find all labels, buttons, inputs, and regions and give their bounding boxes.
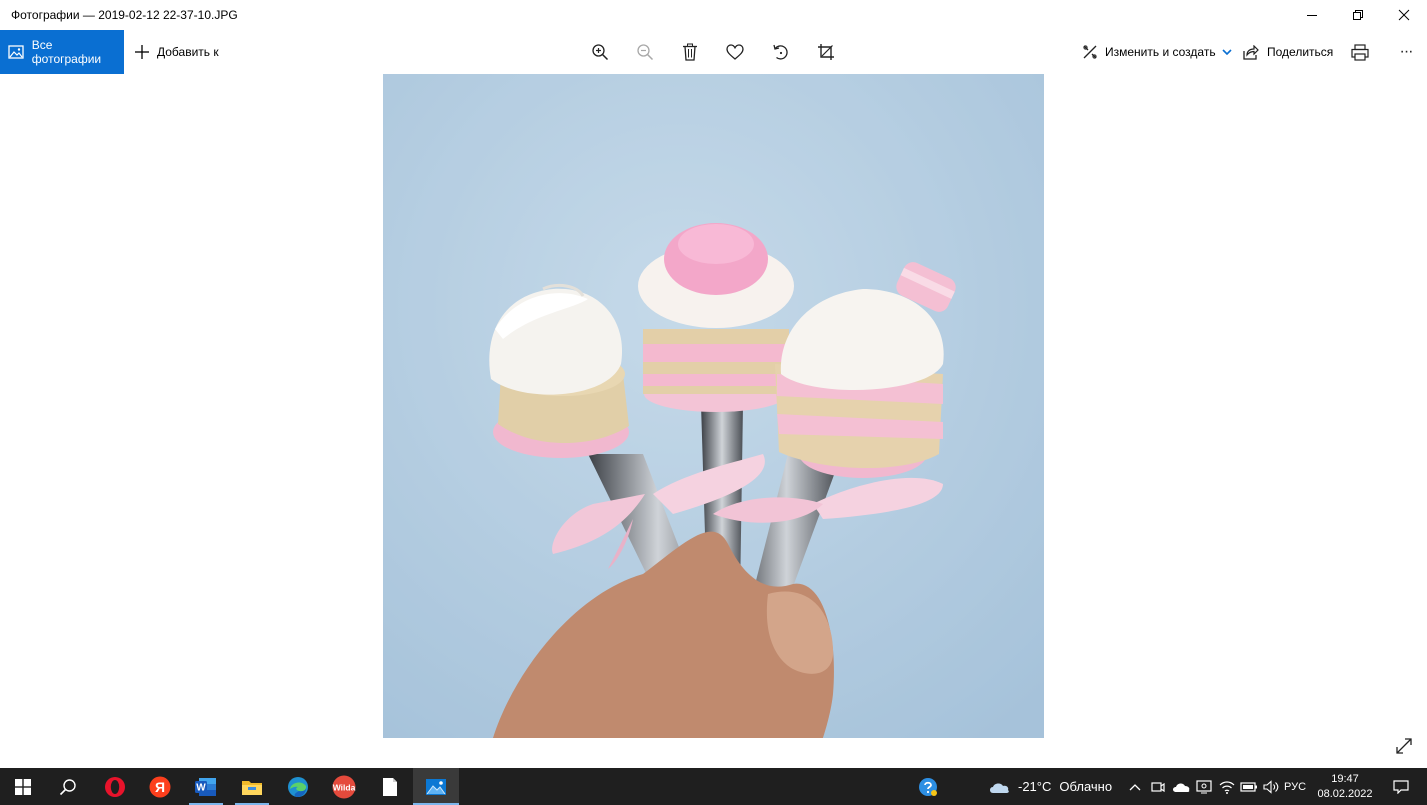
taskbar-opera[interactable] <box>92 768 138 805</box>
battery-icon <box>1240 781 1257 792</box>
taskbar-word[interactable]: W <box>183 768 229 805</box>
crop-button[interactable] <box>808 30 844 74</box>
speaker-icon <box>1263 779 1279 794</box>
taskbar-yandex[interactable]: Я <box>137 768 183 805</box>
edit-and-create-label: Изменить и создать <box>1105 45 1216 59</box>
word-letter: W <box>196 782 206 793</box>
toolbar: Все фотографии Добавить к Изменить и соз… <box>0 30 1427 74</box>
window-title: Фотографии — 2019-02-12 22-37-10.JPG <box>11 8 238 22</box>
delete-button[interactable] <box>672 30 708 74</box>
all-photos-button[interactable]: Все фотографии <box>0 30 124 74</box>
expand-icon <box>1396 738 1412 754</box>
photos-window: Фотографии — 2019-02-12 22-37-10.JPG Все… <box>0 0 1427 768</box>
favorite-button[interactable] <box>717 30 753 74</box>
favorite-icon <box>726 44 744 60</box>
taskbar: Я W Wilda -21°C Облачно РУС 19:47 08.02.… <box>0 768 1427 805</box>
taskbar-photos[interactable] <box>413 768 459 805</box>
clock-date: 08.02.2022 <box>1317 787 1373 800</box>
weather-temperature: -21°C <box>1018 779 1052 794</box>
weather-condition: Облачно <box>1059 779 1113 794</box>
zoom-out-icon <box>637 44 654 61</box>
all-photos-label: Все фотографии <box>31 38 102 66</box>
taskbar-edge[interactable] <box>275 768 321 805</box>
add-to-button[interactable]: Добавить к <box>134 30 219 74</box>
share-label: Поделиться <box>1267 45 1334 59</box>
folder-icon <box>242 780 262 795</box>
zoom-out-button[interactable] <box>627 30 663 74</box>
crop-icon <box>818 44 834 60</box>
clock-button[interactable]: 19:47 08.02.2022 <box>1312 768 1378 805</box>
yandex-letter: Я <box>155 779 165 795</box>
start-button[interactable] <box>0 768 46 805</box>
wilda-label: Wilda <box>333 782 356 792</box>
tray-battery[interactable] <box>1238 768 1260 805</box>
add-to-label: Добавить к <box>157 45 219 59</box>
share-icon <box>1243 44 1259 60</box>
wilda-icon: Wilda <box>332 775 356 798</box>
edit-create-icon <box>1083 45 1097 59</box>
zoom-in-button[interactable] <box>582 30 618 74</box>
tray-network[interactable] <box>1216 768 1238 805</box>
photos-icon <box>426 778 446 795</box>
opera-icon <box>105 776 125 797</box>
chevron-up-icon <box>1129 783 1141 790</box>
share-button[interactable]: Поделиться <box>1243 30 1333 74</box>
zoom-in-icon <box>592 44 609 61</box>
photo-image <box>383 74 1044 738</box>
meet-now-icon <box>1151 781 1165 792</box>
clock-time: 19:47 <box>1331 772 1359 785</box>
taskbar-document[interactable] <box>367 768 413 805</box>
search-icon <box>59 778 76 795</box>
taskbar-file-explorer[interactable] <box>229 768 275 805</box>
more-options-button[interactable]: ··· <box>1388 30 1424 74</box>
title-bar: Фотографии — 2019-02-12 22-37-10.JPG <box>0 0 1427 30</box>
taskbar-wilda[interactable]: Wilda <box>321 768 367 805</box>
plus-icon <box>135 45 149 59</box>
windows-start-icon <box>15 778 31 795</box>
taskbar-search-button[interactable] <box>45 768 91 805</box>
rotate-button[interactable] <box>763 30 799 74</box>
restore-button[interactable] <box>1335 0 1381 30</box>
input-language-button[interactable]: РУС <box>1284 768 1306 805</box>
onedrive-cloud-icon <box>1173 782 1190 792</box>
print-button[interactable] <box>1342 30 1378 74</box>
displayed-photo <box>383 74 1044 738</box>
action-center-button[interactable] <box>1383 768 1419 805</box>
wifi-icon <box>1219 780 1235 794</box>
show-hidden-icons-button[interactable] <box>1125 768 1145 805</box>
delete-icon <box>683 43 697 61</box>
weather-widget[interactable]: -21°C Облачно <box>988 768 1112 805</box>
rotate-icon <box>773 44 788 60</box>
notification-icon <box>1393 779 1409 794</box>
yandex-icon: Я <box>149 776 171 797</box>
restore-icon <box>1353 10 1363 20</box>
fullscreen-button[interactable] <box>1392 734 1416 758</box>
edge-icon <box>288 776 308 797</box>
tray-volume[interactable] <box>1260 768 1282 805</box>
print-icon <box>1351 43 1369 61</box>
word-icon: W <box>195 777 216 796</box>
display-icon <box>1196 779 1212 793</box>
chevron-down-icon <box>1222 49 1232 55</box>
photo-gallery-icon <box>8 45 24 59</box>
document-icon <box>383 777 397 796</box>
tray-display[interactable] <box>1193 768 1215 805</box>
input-language-label: РУС <box>1284 780 1307 793</box>
minimize-icon <box>1307 15 1317 16</box>
tray-meet-now[interactable] <box>1148 768 1168 805</box>
edit-and-create-button[interactable]: Изменить и создать <box>1082 30 1232 74</box>
help-icon <box>919 777 937 796</box>
tray-help[interactable] <box>914 768 942 805</box>
cloud-icon <box>990 782 1009 793</box>
tray-onedrive[interactable] <box>1170 768 1192 805</box>
more-options-icon: ··· <box>1399 43 1414 60</box>
close-button[interactable] <box>1381 0 1427 30</box>
close-icon <box>1398 9 1410 21</box>
minimize-button[interactable] <box>1289 0 1335 30</box>
